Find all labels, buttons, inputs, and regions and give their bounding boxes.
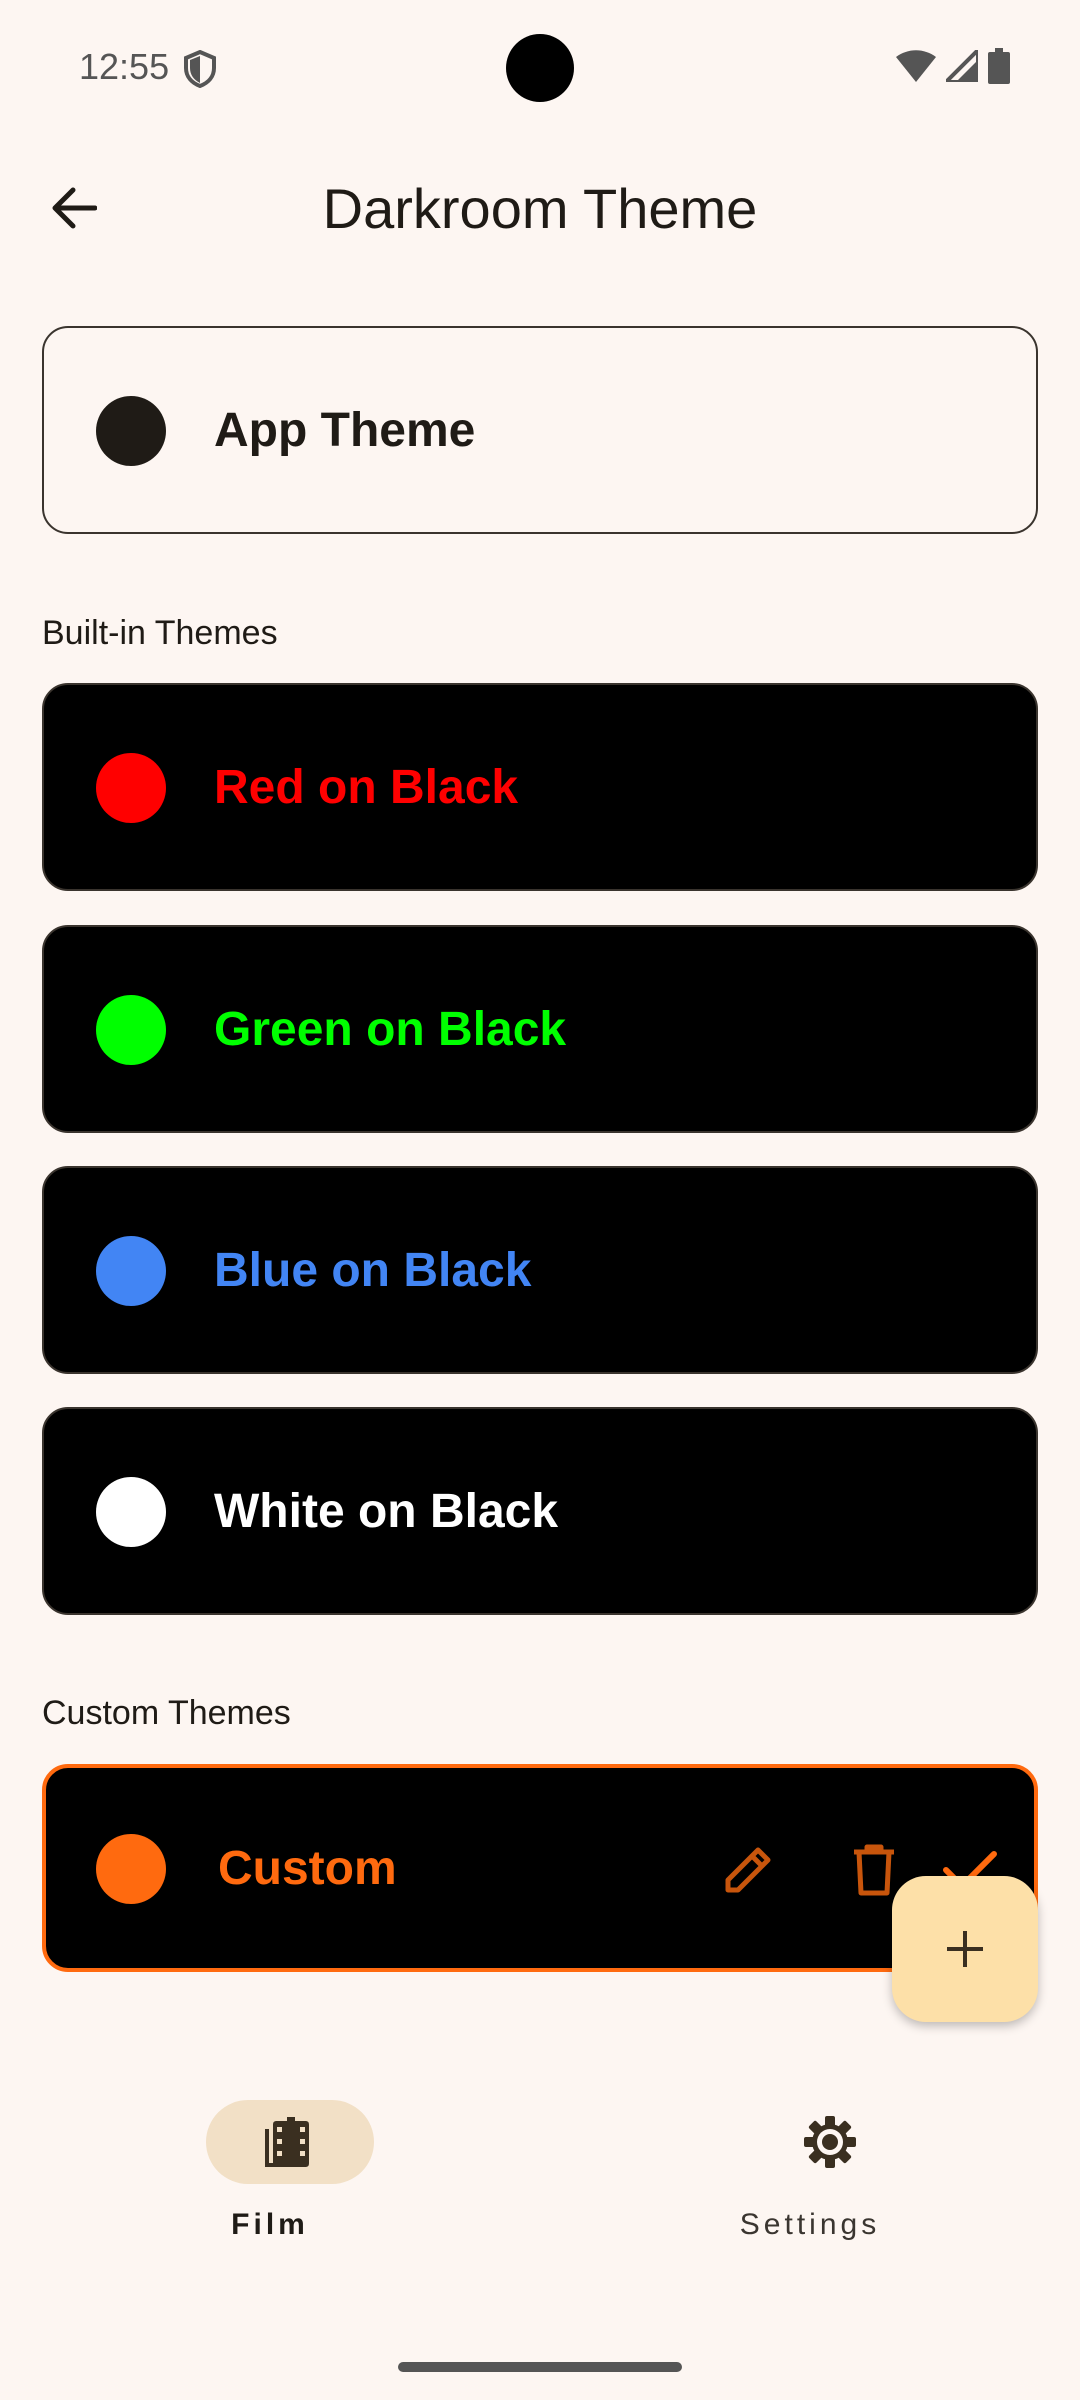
add-theme-button[interactable] <box>892 1876 1038 2022</box>
theme-label: Blue on Black <box>214 1243 532 1297</box>
bottom-navigation: Film Settings <box>0 2070 1080 2270</box>
wifi-icon <box>896 49 936 87</box>
theme-color-dot <box>96 995 166 1065</box>
shield-icon <box>183 49 217 89</box>
custom-themes-heading: Custom Themes <box>42 1694 291 1732</box>
theme-label: Green on Black <box>214 1002 567 1056</box>
theme-label: White on Black <box>214 1484 559 1538</box>
plus-icon <box>947 1931 983 1967</box>
theme-label: Red on Black <box>214 760 519 814</box>
nav-film-label: Film <box>231 2208 309 2241</box>
theme-label: Custom <box>218 1841 397 1895</box>
status-time: 12:55 <box>79 46 170 87</box>
theme-card-red-on-black[interactable]: Red on Black <box>42 683 1038 891</box>
app-theme-card[interactable]: App Theme <box>42 326 1038 534</box>
app-theme-label: App Theme <box>214 403 476 457</box>
camera-cutout <box>506 34 574 102</box>
edit-button[interactable] <box>710 1832 786 1908</box>
status-icons <box>896 44 1010 89</box>
delete-icon <box>854 1844 894 1896</box>
theme-card-blue-on-black[interactable]: Blue on Black <box>42 1166 1038 1374</box>
theme-color-dot <box>96 1477 166 1547</box>
built-in-themes-heading: Built-in Themes <box>42 614 278 652</box>
nav-film-indicator <box>206 2100 374 2184</box>
status-bar: 12:55 <box>0 0 1080 136</box>
nav-settings-indicator <box>746 2100 914 2184</box>
theme-color-dot <box>96 1834 166 1904</box>
edit-icon <box>725 1847 771 1893</box>
theme-color-dot <box>96 753 166 823</box>
page-title: Darkroom Theme <box>322 177 758 240</box>
signal-icon <box>941 44 980 87</box>
gear-icon <box>804 2116 856 2168</box>
nav-settings[interactable]: Settings <box>660 2100 960 2250</box>
theme-card-white-on-black[interactable]: White on Black <box>42 1407 1038 1615</box>
theme-card-custom[interactable]: Custom <box>42 1764 1038 1972</box>
battery-icon <box>988 47 1010 89</box>
nav-settings-label: Settings <box>739 2208 881 2241</box>
theme-card-green-on-black[interactable]: Green on Black <box>42 925 1038 1133</box>
home-indicator[interactable] <box>398 2362 682 2372</box>
app-bar: Darkroom Theme <box>0 148 1080 268</box>
theme-color-dot <box>96 1236 166 1306</box>
app-theme-color-dot <box>96 396 166 466</box>
nav-film[interactable]: Film <box>120 2100 420 2250</box>
film-icon <box>265 2117 309 2167</box>
